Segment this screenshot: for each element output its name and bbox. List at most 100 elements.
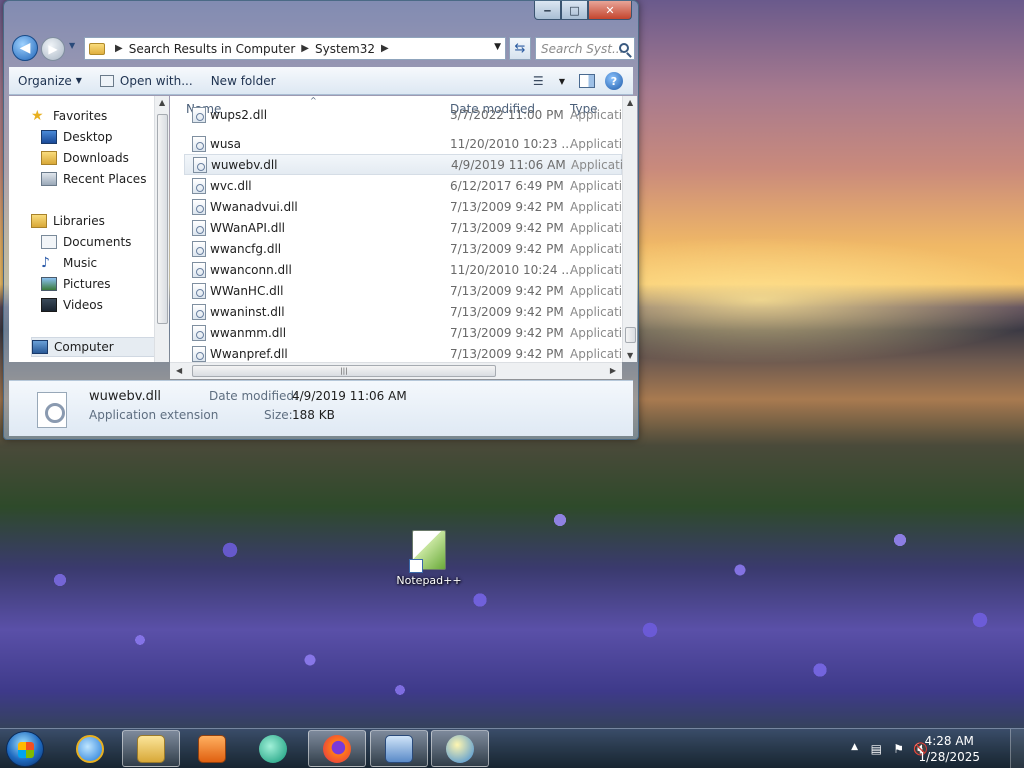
view-dropdown-icon[interactable]: ▼ (559, 77, 565, 86)
help-icon[interactable]: ? (605, 72, 623, 90)
file-name: wwaninst.dll (210, 304, 285, 319)
details-pane: wuwebv.dll Application extension Date mo… (9, 380, 633, 436)
taskbar-media-player[interactable] (183, 730, 241, 767)
libraries-icon (31, 214, 47, 228)
history-dropdown-icon[interactable]: ▼ (69, 41, 75, 50)
file-type: Applicatio (570, 346, 622, 361)
clock-time: 4:28 AM (924, 734, 974, 748)
taskbar-remote-desktop[interactable] (370, 730, 428, 767)
desktop-icon-notepad-plus-plus[interactable]: Notepad++ (396, 530, 462, 587)
file-type: Applicatio (570, 304, 622, 319)
horizontal-scroll-thumb[interactable]: ||| (192, 365, 496, 377)
taskbar-messenger[interactable] (431, 730, 489, 767)
search-input[interactable]: Search Syst... (535, 37, 635, 60)
change-view-icon[interactable]: ☰ (533, 74, 555, 88)
file-row[interactable]: wwancfg.dll 7/13/2009 9:42 PM Applicatio (184, 238, 622, 259)
taskbar-browser-globe[interactable] (244, 730, 302, 767)
scroll-up-icon[interactable]: ▲ (159, 98, 165, 107)
file-row[interactable]: wusa 11/20/2010 10:23 ...Applicatio (184, 133, 622, 154)
dll-file-icon (192, 303, 206, 320)
show-desktop-button[interactable] (1010, 729, 1024, 768)
internet-explorer-icon (76, 734, 104, 763)
scroll-down-icon[interactable]: ▼ (627, 351, 633, 360)
minimize-button[interactable]: ‒ (534, 1, 561, 20)
file-type: Applicatio (570, 107, 622, 122)
show-hidden-icons-icon[interactable]: ▲ (851, 742, 858, 752)
file-row[interactable]: Wwanadvui.dll 7/13/2009 9:42 PM Applicatio (184, 196, 622, 217)
nav-pane-scrollbar[interactable]: ▲ (154, 96, 169, 362)
taskbar-windows-explorer[interactable] (122, 730, 180, 767)
nav-downloads[interactable]: Downloads (41, 148, 129, 168)
file-row[interactable]: wvc.dll 6/12/2017 6:49 PM Applicatio (184, 175, 622, 196)
file-date-modified: 4/9/2019 11:06 AM (451, 157, 566, 172)
dll-file-icon (192, 177, 206, 194)
chevron-right-icon[interactable]: ▶ (115, 43, 123, 54)
file-type: Applicatio (571, 157, 622, 172)
file-row[interactable]: wuwebv.dll 4/9/2019 11:06 AM Applicatio (184, 154, 622, 175)
explorer-window[interactable]: ‒ □ ✕ ◀ ▶ ▼ ▶ Search Results in Computer… (3, 0, 639, 440)
command-bar: Organize ▼ Open with... New folder ☰ ▼ ? (9, 67, 633, 95)
scroll-right-icon[interactable]: ▶ (610, 366, 616, 375)
file-row[interactable]: Wwanpref.dll 7/13/2009 9:42 PM Applicatio (184, 343, 622, 362)
back-button[interactable]: ◀ (12, 35, 38, 61)
maximize-button[interactable]: □ (561, 1, 588, 20)
action-center-flag-icon[interactable]: ⚑ (893, 742, 904, 756)
breadcrumb-search-results[interactable]: Search Results in Computer (129, 42, 296, 56)
nav-videos[interactable]: Videos (41, 295, 103, 315)
nav-pane-scroll-thumb[interactable] (157, 114, 168, 324)
file-row[interactable]: wwanconn.dll 11/20/2010 10:24 ... Applicat… (184, 259, 622, 280)
nav-favorites[interactable]: ★ Favorites (31, 106, 107, 126)
breadcrumb-system32[interactable]: System32 (315, 42, 375, 56)
nav-documents[interactable]: Documents (41, 232, 131, 252)
file-row[interactable]: wwanmm.dll 7/13/2009 9:42 PM Applicatio (184, 322, 622, 343)
chevron-right-icon[interactable]: ▶ (381, 43, 389, 54)
file-type: Applicatio (570, 262, 622, 277)
file-list-scroll-thumb[interactable] (625, 327, 636, 343)
file-list-horizontal-scrollbar[interactable]: ◀ ||| ▶ (170, 362, 622, 379)
network-icon[interactable]: ▤ (871, 742, 882, 756)
scroll-left-icon[interactable]: ◀ (176, 366, 182, 375)
nav-libraries[interactable]: Libraries (31, 211, 105, 231)
file-row[interactable]: wups2.dll 3/7/2022 11:00 PM Applicatio (184, 104, 622, 125)
caption-buttons: ‒ □ ✕ (534, 1, 632, 20)
close-button[interactable]: ✕ (588, 1, 632, 20)
documents-icon (41, 235, 57, 249)
file-list-vertical-scrollbar[interactable]: ▲ ▼ (622, 96, 637, 362)
desktop-icon (41, 130, 57, 144)
chevron-right-icon[interactable]: ▶ (301, 43, 309, 54)
nav-pictures[interactable]: Pictures (41, 274, 111, 294)
file-name: wusa (210, 136, 242, 151)
file-type: Applicatio (570, 199, 622, 214)
navigation-pane[interactable]: ★ Favorites Desktop Downloads Recent Pla… (9, 96, 155, 362)
scroll-up-icon[interactable]: ▲ (627, 98, 633, 107)
organize-button[interactable]: Organize ▼ (9, 74, 91, 88)
address-bar[interactable]: ▶ Search Results in Computer ▶ System32 … (84, 37, 506, 60)
taskbar-internet-explorer[interactable] (61, 730, 119, 767)
search-icon[interactable] (619, 43, 629, 53)
taskbar-firefox[interactable] (308, 730, 366, 767)
nav-computer[interactable]: Computer (31, 337, 155, 357)
file-row[interactable]: WWanAPI.dll 7/13/2009 9:42 PM Applicatio (184, 217, 622, 238)
preview-pane-icon[interactable] (579, 74, 595, 88)
forward-button[interactable]: ▶ (41, 37, 65, 61)
new-folder-button[interactable]: New folder (202, 74, 285, 88)
nav-videos-label: Videos (63, 298, 103, 312)
nav-recent-places[interactable]: Recent Places (41, 169, 146, 189)
file-list-pane[interactable]: Name ^ Date modified Type wups2.dll3/7/2… (170, 96, 622, 362)
start-button[interactable] (6, 731, 44, 767)
nav-desktop[interactable]: Desktop (41, 127, 113, 147)
open-with-button[interactable]: Open with... (91, 74, 202, 88)
refresh-button[interactable]: ⇆ (509, 37, 531, 60)
file-row[interactable]: WWanHC.dll 7/13/2009 9:42 PM Applicatio (184, 280, 622, 301)
file-row[interactable]: wwaninst.dll 7/13/2009 9:42 PM Applicatio (184, 301, 622, 322)
address-dropdown-icon[interactable]: ▼ (494, 42, 501, 52)
dll-file-icon (192, 345, 206, 362)
view-controls: ☰ ▼ ? (533, 67, 633, 95)
clock-date: 1/28/2025 (918, 750, 980, 764)
file-type: Applicatio (570, 283, 622, 298)
clock[interactable]: 4:28 AM 1/28/2025 (918, 733, 980, 765)
file-date-modified: 7/13/2009 9:42 PM (450, 241, 564, 256)
file-name: Wwanpref.dll (210, 346, 288, 361)
nav-music[interactable]: ♪ Music (41, 253, 97, 273)
details-file-type: Application extension (89, 408, 219, 422)
